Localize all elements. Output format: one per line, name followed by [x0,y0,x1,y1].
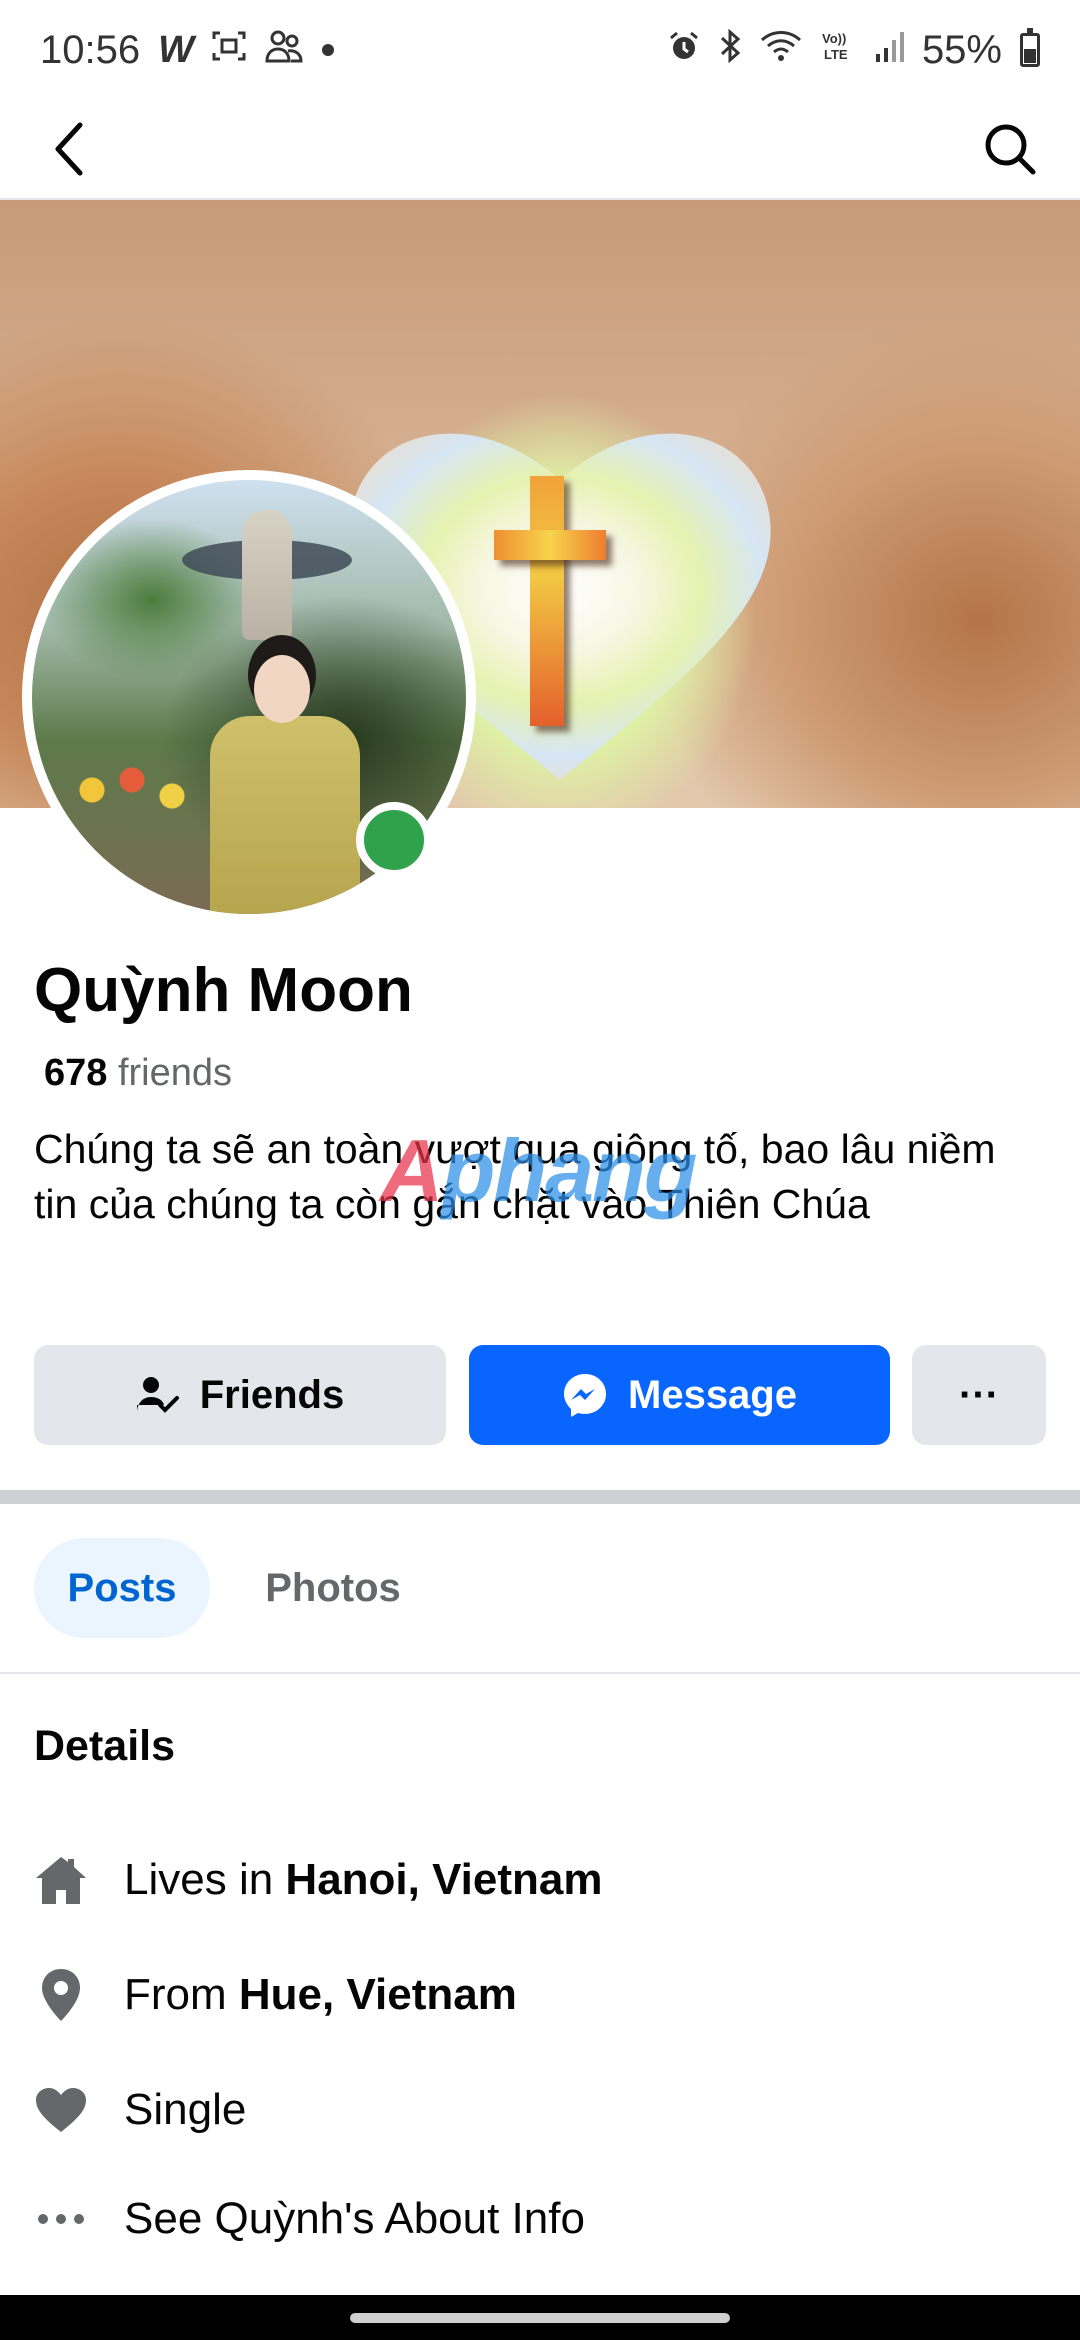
cross-horizontal [494,530,606,560]
battery-percent: 55% [921,27,1002,72]
profile-name: Quỳnh Moon [34,956,413,1025]
app-notification-icon: W [158,28,194,71]
bluetooth-icon [718,28,742,71]
see-about-info-link[interactable]: See Quỳnh's About Info [34,2184,1034,2254]
details-title: Details [34,1722,176,1770]
svg-text:LTE: LTE [824,47,848,62]
status-bar: 10:56 W Vo)) LTE 55% [0,0,1080,100]
battery-fill [1024,49,1036,63]
notification-dot [321,44,334,56]
avatar-flowers [72,760,192,820]
people-icon [264,29,304,71]
messenger-icon [564,1374,606,1417]
back-button[interactable] [40,119,100,179]
friends-button[interactable]: Friends [34,1345,446,1445]
detail-relationship: Single [34,2075,1034,2145]
alarm-icon [668,30,700,70]
from-value[interactable]: Hue, Vietnam [239,1970,517,2019]
volte-icon: Vo)) LTE [820,29,856,71]
detail-from: From Hue, Vietnam [34,1960,1034,2030]
from-prefix: From [124,1970,227,2019]
avatar-person-head [254,655,310,723]
tab-photos-label: Photos [265,1565,401,1610]
wifi-icon [760,29,802,71]
status-right: Vo)) LTE 55% [668,28,1040,73]
status-time: 10:56 [40,27,141,72]
search-button[interactable] [980,119,1040,179]
home-icon [34,1853,88,1907]
relationship-status: Single [124,2085,247,2134]
section-divider [0,1490,1080,1504]
tab-photos[interactable]: Photos [238,1538,428,1638]
back-arrow-icon [55,122,83,176]
more-dots-icon [34,2192,88,2246]
svg-text:Vo)): Vo)) [822,31,846,46]
message-button-label: Message [628,1372,797,1417]
online-status-indicator [356,802,432,878]
more-options-button[interactable]: ··· [912,1345,1046,1445]
avatar-person-body [210,716,360,914]
tabs-divider [0,1672,1080,1674]
message-button[interactable]: Message [469,1345,890,1445]
avatar-statue [242,510,292,640]
friends-count: 678 [44,1052,108,1094]
detail-lives-in: Lives in Hanoi, Vietnam [34,1845,1034,1915]
system-navigation-bar [0,2295,1080,2340]
heart-icon [34,2083,88,2137]
lives-in-prefix: Lives in [124,1855,274,1904]
lives-in-value[interactable]: Hanoi, Vietnam [285,1855,602,1904]
friend-check-icon [136,1377,179,1413]
tab-posts[interactable]: Posts [34,1538,210,1638]
battery-icon [1020,28,1040,67]
status-left: 10:56 W [40,28,334,73]
friends-button-label: Friends [199,1372,345,1417]
signal-icon [874,30,904,70]
location-pin-icon [34,1968,88,2022]
screenshot-icon [212,31,246,69]
tab-posts-label: Posts [67,1565,177,1610]
search-icon [985,124,1036,175]
friends-count-line[interactable]: 678 friends [44,1052,232,1095]
about-info-label: See Quỳnh's About Info [124,2194,585,2243]
profile-bio: Chúng ta sẽ an toàn vượt qua giông tố, b… [34,1126,996,1227]
top-nav [0,100,1080,200]
friends-label: friends [117,1052,233,1094]
cross-vertical [530,476,564,726]
home-indicator[interactable] [350,2312,730,2323]
more-options-icon: ··· [959,1372,999,1417]
